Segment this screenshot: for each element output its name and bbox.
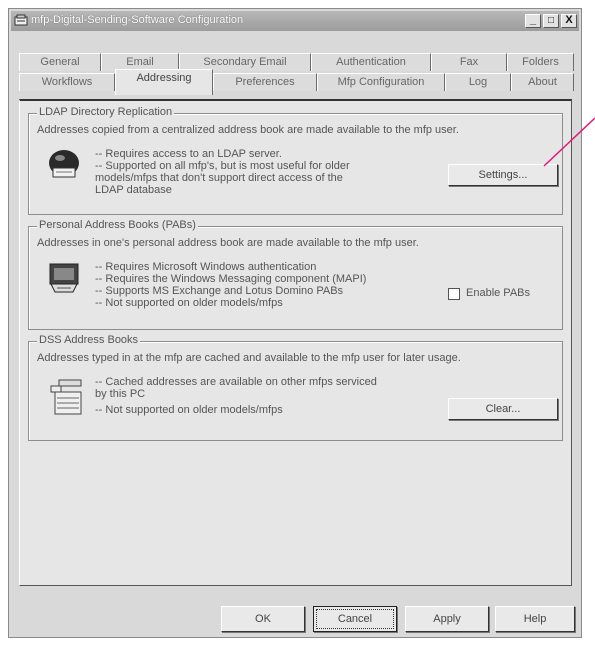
ldap-bullet-3: models/mfps that don't support direct ac…	[95, 172, 343, 184]
pab-bullet-3: -- Supports MS Exchange and Lotus Domino…	[95, 285, 344, 297]
tab-log[interactable]: Log	[445, 73, 511, 91]
cancel-label: Cancel	[337, 613, 373, 625]
configuration-window: mfp-Digital-Sending-Software Configurati…	[8, 8, 582, 638]
dss-clear-label: Clear...	[485, 403, 521, 415]
tab-row-top: General Email Secondary Email Authentica…	[19, 53, 574, 73]
pab-bullet-2: -- Requires the Windows Messaging compon…	[95, 273, 367, 285]
title-bar[interactable]: mfp-Digital-Sending-Software Configurati…	[11, 11, 579, 31]
minimize-button[interactable]: _	[525, 14, 541, 28]
tab-authentication[interactable]: Authentication	[311, 53, 431, 71]
ldap-group: LDAP Directory Replication Addresses cop…	[28, 106, 563, 215]
pab-legend: Personal Address Books (PABs)	[37, 219, 198, 231]
pab-bullet-4: -- Not supported on older models/mfps	[95, 297, 283, 309]
directory-server-icon	[49, 150, 79, 178]
maximize-button[interactable]: □	[543, 14, 559, 28]
enable-pabs-checkbox[interactable]	[448, 288, 460, 300]
apply-button[interactable]: Apply	[405, 606, 489, 632]
dss-bullet-1: -- Cached addresses are available on oth…	[95, 376, 377, 388]
pab-bullet-1: -- Requires Microsoft Windows authentica…	[95, 261, 317, 273]
dss-description: Addresses typed in at the mfp are cached…	[37, 352, 461, 364]
dss-clear-button[interactable]: Clear...	[448, 398, 558, 420]
dss-bullet-3: -- Not supported on older models/mfps	[95, 404, 283, 416]
pab-description: Addresses in one's personal address book…	[37, 237, 419, 249]
mfp-device-icon	[50, 379, 82, 415]
tab-preferences[interactable]: Preferences	[213, 73, 317, 91]
tab-general[interactable]: General	[19, 53, 101, 71]
apply-label: Apply	[433, 613, 461, 625]
address-book-icon	[49, 263, 79, 293]
tab-addressing[interactable]: Addressing	[115, 69, 213, 95]
help-button[interactable]: Help	[495, 606, 575, 632]
dss-group: DSS Address Books Addresses typed in at …	[28, 334, 563, 441]
window-title: mfp-Digital-Sending-Software Configurati…	[31, 14, 244, 26]
dss-bullet-2: by this PC	[95, 388, 146, 400]
app-icon	[14, 14, 28, 26]
pab-group: Personal Address Books (PABs) Addresses …	[28, 219, 563, 330]
tab-mfp-configuration[interactable]: Mfp Configuration	[317, 73, 445, 91]
tab-about[interactable]: About	[511, 73, 574, 91]
tab-workflows[interactable]: Workflows	[19, 73, 115, 91]
cancel-button[interactable]: Cancel	[313, 606, 397, 632]
ldap-settings-button[interactable]: Settings...	[448, 164, 558, 186]
tab-folders[interactable]: Folders	[507, 53, 574, 71]
addressing-panel: LDAP Directory Replication Addresses cop…	[19, 99, 572, 586]
help-label: Help	[523, 613, 547, 625]
ldap-bullet-4: LDAP database	[95, 184, 172, 196]
enable-pabs-label: Enable PABs	[466, 287, 531, 299]
ok-button[interactable]: OK	[221, 606, 305, 632]
ldap-description: Addresses copied from a centralized addr…	[37, 124, 459, 136]
close-button[interactable]: X	[561, 14, 577, 28]
ldap-bullet-2: -- Supported on all mfp's, but is most u…	[95, 160, 350, 172]
dss-legend: DSS Address Books	[37, 334, 141, 346]
ldap-bullet-1: -- Requires access to an LDAP server.	[95, 148, 282, 160]
ok-label: OK	[255, 613, 271, 625]
ldap-legend: LDAP Directory Replication	[37, 106, 175, 118]
ldap-settings-label: Settings...	[478, 169, 528, 181]
tab-fax[interactable]: Fax	[431, 53, 507, 71]
tab-row-bottom: Workflows Addressing Preferences Mfp Con…	[19, 69, 574, 95]
